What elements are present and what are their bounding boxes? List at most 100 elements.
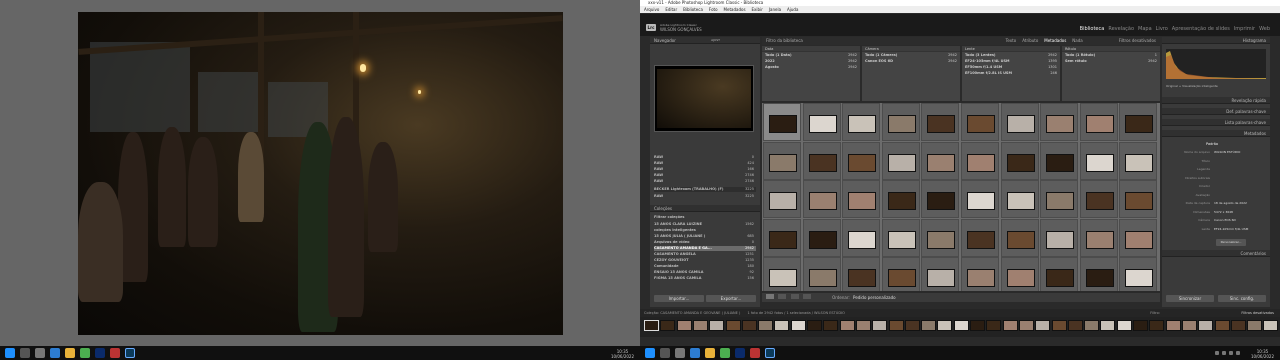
column-item[interactable]: Canon EOS 6D 2942 bbox=[862, 58, 960, 64]
filmstrip-thumbnail[interactable] bbox=[839, 320, 855, 331]
metadata-field-value[interactable]: WILSON ESTÚDIO bbox=[1214, 149, 1240, 155]
metadata-field-value[interactable]: 18 de agosto de 2022 bbox=[1214, 200, 1247, 206]
grid-cell[interactable] bbox=[763, 141, 801, 180]
metadata-field-row[interactable]: Avaliação bbox=[1166, 192, 1266, 198]
collection-row[interactable]: CASAMENTO ANGELA 1251 bbox=[654, 252, 756, 257]
menu-exibir[interactable]: Exibir bbox=[752, 6, 763, 13]
filmstrip-thumbnail[interactable] bbox=[725, 320, 741, 331]
filmstrip-thumbnail[interactable] bbox=[644, 320, 659, 331]
grid-cell[interactable] bbox=[1079, 141, 1118, 180]
folder-row[interactable]: RAW 0 bbox=[654, 155, 756, 160]
filmstrip-thumbnail[interactable] bbox=[758, 320, 774, 331]
collection-row[interactable]: FIGMA 15 ANOS CAMILA 156 bbox=[654, 276, 756, 281]
grid-cell[interactable] bbox=[1040, 218, 1079, 257]
filmstrip-thumbnail[interactable] bbox=[774, 320, 790, 331]
collection-row-selected[interactable]: CASAMENTO AMANDA E GA... 2942 bbox=[654, 246, 756, 251]
folder-row[interactable]: RAW 3225 bbox=[654, 194, 756, 199]
filter-texto[interactable]: Texto bbox=[1006, 37, 1017, 45]
filmstrip-thumbnail[interactable] bbox=[1100, 320, 1116, 331]
filter-atributo[interactable]: Atributo bbox=[1022, 37, 1038, 45]
grid-cell[interactable] bbox=[881, 218, 920, 257]
task-view-icon[interactable] bbox=[35, 348, 45, 358]
edge-icon[interactable] bbox=[50, 348, 60, 358]
grid-cell[interactable] bbox=[1079, 257, 1118, 291]
filmstrip-thumbnail[interactable] bbox=[709, 320, 725, 331]
grid-cell[interactable] bbox=[921, 103, 960, 141]
filter-nada[interactable]: Nada bbox=[1072, 37, 1082, 45]
collection-row[interactable]: 15 ANOS CLARA LUIZINE 1562 bbox=[654, 222, 756, 227]
column-item[interactable]: Agosto 2942 bbox=[762, 64, 860, 70]
clock[interactable]: 10:35 10/06/2022 bbox=[1251, 349, 1274, 359]
grid-cell[interactable] bbox=[1000, 257, 1039, 291]
filmstrip-thumbnail[interactable] bbox=[1165, 320, 1181, 331]
tray-icon[interactable] bbox=[1215, 351, 1219, 355]
grid-cell[interactable] bbox=[1000, 180, 1039, 218]
metadata-field-row[interactable]: Dimensões 5472 x 3648 bbox=[1166, 209, 1266, 215]
filmstrip-thumbnail[interactable] bbox=[855, 320, 871, 331]
grid-cell[interactable] bbox=[842, 218, 881, 257]
metadata-preset-row[interactable]: Padrão bbox=[1166, 141, 1266, 147]
photoshop-icon[interactable] bbox=[95, 348, 105, 358]
windows-start-icon[interactable] bbox=[645, 348, 655, 358]
navigator-header[interactable]: Navegador AJUST bbox=[650, 37, 760, 44]
survey-view-icon[interactable] bbox=[802, 294, 811, 299]
filmstrip-thumbnail[interactable] bbox=[921, 320, 937, 331]
lightroom-icon[interactable] bbox=[125, 348, 135, 358]
folder-row[interactable]: RAW 166 bbox=[654, 167, 756, 172]
wifi-icon[interactable] bbox=[1229, 351, 1233, 355]
grid-cell[interactable] bbox=[961, 141, 999, 180]
filmstrip-thumbnail[interactable] bbox=[807, 320, 822, 331]
metadata-field-row[interactable]: Lente EF24-105mm f/4L USM bbox=[1166, 226, 1266, 232]
metadata-field-row[interactable]: Legenda bbox=[1166, 166, 1266, 172]
filmstrip-thumbnail[interactable] bbox=[1084, 320, 1100, 331]
keyword-list-header[interactable]: Lista palavras-chave bbox=[1162, 119, 1270, 126]
grid-cell[interactable] bbox=[961, 103, 999, 141]
collection-row[interactable]: Comunidade 180 bbox=[654, 264, 756, 269]
grid-cell[interactable] bbox=[842, 141, 881, 180]
filmstrip-thumbnail[interactable] bbox=[1230, 320, 1246, 331]
grid-cell[interactable] bbox=[921, 257, 960, 291]
navigator-zoom-option[interactable]: AJUST bbox=[711, 37, 720, 44]
grid-cell[interactable] bbox=[961, 257, 999, 291]
grid-cell[interactable] bbox=[1040, 103, 1079, 141]
filmstrip-thumbnail[interactable] bbox=[1116, 320, 1132, 331]
grid-cell[interactable] bbox=[1079, 103, 1118, 141]
filmstrip-thumbnail[interactable] bbox=[1133, 320, 1148, 331]
task-view-icon[interactable] bbox=[675, 348, 685, 358]
windows-start-icon[interactable] bbox=[5, 348, 15, 358]
grid-cell[interactable] bbox=[1119, 257, 1158, 291]
edge-icon[interactable] bbox=[690, 348, 700, 358]
filmstrip-filter-dropdown[interactable]: Filtros desativados bbox=[1241, 309, 1274, 317]
metadata-field-value[interactable]: EF24-105mm f/4L USM bbox=[1214, 226, 1248, 232]
lightroom-icon[interactable] bbox=[765, 348, 775, 358]
quick-develop-header[interactable]: Revelação rápida bbox=[1162, 97, 1270, 104]
metadata-field-row[interactable]: Nome do arquivo WILSON ESTÚDIO bbox=[1166, 149, 1266, 155]
menu-biblioteca[interactable]: Biblioteca bbox=[683, 6, 703, 13]
module-livro[interactable]: Livro bbox=[1156, 26, 1168, 32]
filmstrip-thumbnail[interactable] bbox=[676, 320, 692, 331]
filmstrip-thumbnail[interactable] bbox=[1198, 320, 1214, 331]
collections-header[interactable]: Coleções bbox=[650, 205, 760, 212]
grid-cell[interactable] bbox=[881, 103, 920, 141]
metadata-field-value[interactable]: 5472 x 3648 bbox=[1214, 209, 1233, 215]
grid-cell[interactable] bbox=[763, 257, 801, 291]
column-item[interactable]: Sem rótulo 2942 bbox=[1062, 58, 1160, 64]
metadata-field-row[interactable]: Câmera Canon EOS 6D bbox=[1166, 217, 1266, 223]
metadata-field-row[interactable]: Criador bbox=[1166, 183, 1266, 189]
grid-cell[interactable] bbox=[881, 180, 920, 218]
grid-cell[interactable] bbox=[921, 218, 960, 257]
grid-cell[interactable] bbox=[842, 180, 881, 218]
filmstrip-thumbnail[interactable] bbox=[823, 320, 839, 331]
folder-icon[interactable] bbox=[65, 348, 75, 358]
grid-cell[interactable] bbox=[961, 180, 999, 218]
clock[interactable]: 10:35 10/06/2022 bbox=[611, 349, 634, 359]
filmstrip-thumbnail[interactable] bbox=[1067, 320, 1083, 331]
app-icon[interactable] bbox=[110, 348, 120, 358]
grid-cell[interactable] bbox=[802, 218, 841, 257]
collection-row[interactable]: 15 ANOS JULIA ( JULIANE ) 685 bbox=[654, 234, 756, 239]
filmstrip-thumbnail[interactable] bbox=[1263, 320, 1279, 331]
filmstrip-thumbnail[interactable] bbox=[888, 320, 904, 331]
metadata-field-value[interactable]: Canon EOS 6D bbox=[1214, 217, 1236, 223]
filmstrip-source[interactable]: Coleção: CASAMENTO AMANDA E GEOVANE ( JU… bbox=[644, 311, 740, 315]
menu-ajuda[interactable]: Ajuda bbox=[787, 6, 798, 13]
